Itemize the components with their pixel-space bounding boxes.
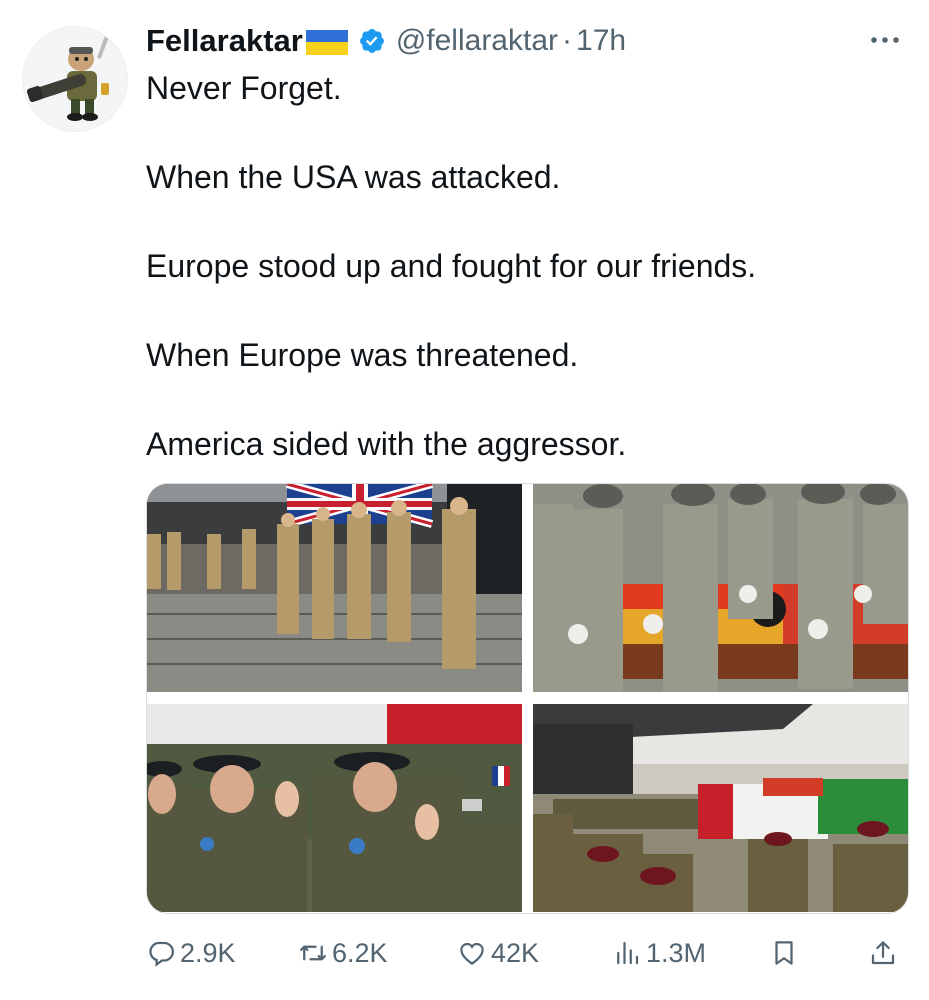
user-handle[interactable]: @fellaraktar (396, 24, 558, 58)
like-count: 42K (491, 937, 540, 968)
reply-button[interactable]: 2.9K (146, 928, 236, 978)
avatar[interactable] (22, 26, 128, 132)
media-photo-1[interactable] (147, 484, 522, 692)
tweet-paragraph: When the USA was attacked. (146, 159, 561, 195)
reply-icon (149, 941, 174, 967)
views-count: 1.3M (646, 937, 707, 968)
like-button[interactable]: 42K (457, 928, 539, 978)
bookmark-icon (775, 941, 793, 965)
timestamp[interactable]: 17h (576, 24, 626, 58)
ukraine-flag-icon (305, 29, 348, 55)
tweet-paragraph: Europe stood up and fought for our frien… (146, 248, 757, 284)
tweet-text: Never Forget. When the USA was attacked.… (146, 66, 906, 511)
share-icon (871, 941, 895, 965)
media-photo-3[interactable] (147, 704, 522, 912)
views-chart-icon (617, 941, 639, 965)
photo-flag-draped-coffin-uk (147, 484, 522, 692)
views-button[interactable]: 1.3M (612, 928, 706, 978)
tweet-header: Fellaraktar @fellaraktar · 17h (146, 20, 626, 62)
tweet-paragraph: When Europe was threatened. (146, 337, 579, 373)
repost-button[interactable]: 6.2K (298, 928, 388, 978)
more-options-icon[interactable] (867, 28, 903, 52)
display-name[interactable]: Fellaraktar (146, 23, 303, 59)
tweet-actions: 2.9K 6.2K 42K 1.3M (146, 928, 916, 978)
share-button[interactable] (868, 928, 902, 978)
separator-dot: · (562, 24, 573, 57)
repost-count: 6.2K (332, 937, 388, 968)
heart-icon (460, 942, 484, 965)
photo-flag-draped-coffin-germany (533, 484, 908, 692)
tweet-paragraph: Never Forget. (146, 70, 342, 106)
media-photo-4[interactable] (533, 704, 908, 912)
media-grid (146, 483, 909, 914)
media-photo-2[interactable] (533, 484, 908, 692)
repost-icon (300, 945, 326, 961)
bookmark-button[interactable] (769, 928, 803, 978)
verified-badge-icon (358, 27, 386, 55)
reply-count: 2.9K (180, 937, 236, 968)
photo-flag-draped-coffin-italy (533, 704, 908, 912)
tweet-paragraph: America sided with the aggressor. (146, 426, 627, 462)
cartoon-dog-soldier-icon (23, 27, 127, 131)
photo-flag-draped-coffin-france (147, 704, 522, 912)
